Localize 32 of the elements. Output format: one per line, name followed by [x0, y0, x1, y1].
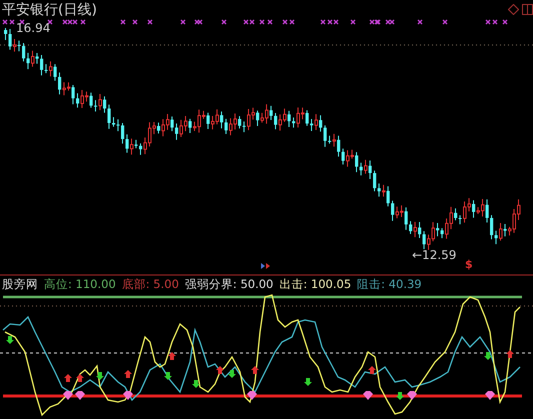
gem-icon: [363, 391, 373, 400]
down-arrow-icon: [164, 372, 172, 380]
gem-icon: [407, 391, 417, 400]
gem-icon: [123, 391, 133, 400]
up-arrow-icon: [506, 350, 514, 358]
down-arrow-icon: [484, 352, 492, 360]
down-arrow-icon: [396, 392, 404, 400]
up-arrow-icon: [216, 366, 224, 374]
indicator-name: 股旁网: [2, 276, 38, 292]
up-arrow-icon: [368, 366, 376, 374]
gem-icon: [485, 391, 495, 400]
gem-icon: [247, 391, 257, 400]
down-arrow-icon: [6, 336, 14, 344]
signal-mark: $: [465, 258, 473, 271]
legend-item: 出击: 100.05: [279, 276, 352, 292]
up-arrow-icon: [251, 366, 259, 374]
down-arrow-icon: [96, 372, 104, 380]
low-price-label: ←12.59: [412, 248, 456, 262]
down-arrow-icon: [228, 370, 236, 378]
down-arrow-icon: [304, 378, 312, 386]
legend-item: 底部: 5.00: [122, 276, 179, 292]
legend-item: 强弱分界: 50.00: [184, 276, 274, 292]
diamond-icon[interactable]: [508, 4, 519, 15]
down-arrow-icon: [192, 380, 200, 388]
panel-icon[interactable]: [522, 4, 533, 15]
legend-item: 高位: 110.00: [44, 276, 116, 292]
legend-item: 阻击: 40.39: [357, 276, 422, 292]
double-arrow-icon: [261, 263, 270, 269]
up-arrow-icon: [168, 352, 176, 360]
chart-title: 平安银行(日线): [2, 1, 97, 19]
high-price-label: 16.94: [16, 21, 50, 35]
up-arrow-icon: [124, 370, 132, 378]
